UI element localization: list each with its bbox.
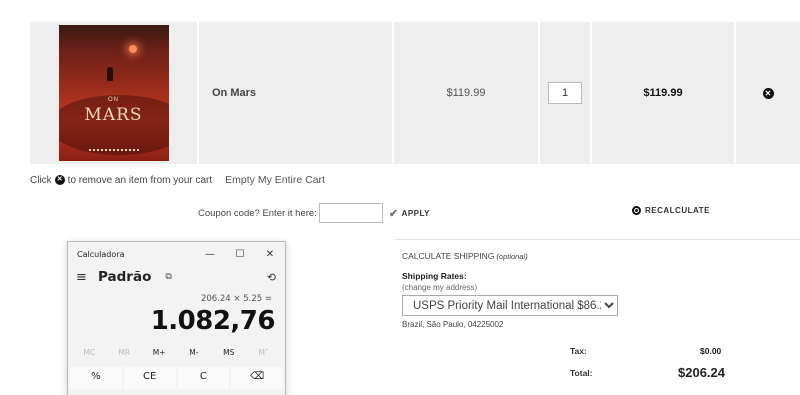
coupon-input[interactable] <box>318 203 383 223</box>
calculator-modebar: ≡ Padrão ⧉ ⟲ <box>68 266 285 288</box>
memory-recall-button[interactable]: MR <box>107 348 142 357</box>
cover-prefix: ON <box>108 97 119 103</box>
shipping-section: CALCULATE SHIPPING (optional) Shipping Ra… <box>402 251 618 329</box>
apply-coupon-button[interactable]: ✔ APPLY <box>389 207 430 220</box>
remove-hint: Click ✕ to remove an item from your cart… <box>30 174 325 186</box>
coupon-label: Coupon code? Enter it here: <box>198 207 317 219</box>
cover-sun <box>128 45 137 53</box>
remove-hint-after: to remove an item from your cart <box>67 174 213 186</box>
calculator-keypad: % CE C ⌫ <box>68 367 285 389</box>
product-image-cell: ON MARS <box>30 22 197 164</box>
cover-dune <box>58 95 169 155</box>
close-button[interactable]: ✕ <box>255 249 285 260</box>
apply-label: APPLY <box>401 208 430 218</box>
calculator-mode: Padrão <box>98 269 152 285</box>
change-address-link[interactable]: (change my address) <box>402 283 618 292</box>
quantity-input[interactable] <box>548 82 582 104</box>
tax-value: $0.00 <box>700 346 722 356</box>
total-row: Total: $206.24 <box>400 365 800 386</box>
calculator-window[interactable]: Calculadora — ☐ ✕ ≡ Padrão ⧉ ⟲ 206.24 × … <box>67 241 286 395</box>
memory-list-button[interactable]: M˅ <box>246 348 281 357</box>
remove-cell: ✕ <box>736 22 800 164</box>
product-name[interactable]: On Mars <box>199 22 392 164</box>
total-value: $206.24 <box>678 365 725 380</box>
shipping-divider <box>395 239 800 240</box>
cover-publisher-logos <box>88 149 139 153</box>
memory-add-button[interactable]: M+ <box>142 348 177 357</box>
recalculate-label: RECALCULATE <box>645 206 710 215</box>
tax-label: Tax: <box>570 346 587 356</box>
cover-title: MARS <box>84 105 143 125</box>
remove-item-icon[interactable]: ✕ <box>762 87 774 99</box>
recalculate-icon <box>632 206 641 215</box>
memory-store-button[interactable]: MS <box>211 348 246 357</box>
clear-entry-key[interactable]: CE <box>123 367 176 389</box>
quantity-cell <box>540 22 590 164</box>
shipping-optional: (optional) <box>496 252 528 261</box>
shipping-address: Brazil, São Paulo, 04225002 <box>402 320 504 329</box>
memory-clear-button[interactable]: MC <box>72 348 107 357</box>
remove-hint-before: Click <box>30 174 52 186</box>
cart-item-row: ON MARS On Mars $119.99 $119.99 ✕ <box>30 22 800 164</box>
menu-icon[interactable]: ≡ <box>76 270 94 285</box>
cart-page: ON MARS On Mars $119.99 $119.99 ✕ Click … <box>0 0 800 395</box>
calculator-title: Calculadora <box>77 249 125 259</box>
total-label: Total: <box>570 368 593 378</box>
calculator-expression: 206.24 × 5.25 = <box>200 294 272 304</box>
shipping-rate-select[interactable]: USPS Priority Mail International $86.25 <box>402 295 618 316</box>
calculator-titlebar[interactable]: Calculadora — ☐ ✕ <box>68 242 285 266</box>
product-price: $119.99 <box>394 22 538 164</box>
totals-section: Tax: $0.00 Total: $206.24 <box>400 346 800 386</box>
calculator-display: 1.082,76 <box>150 306 276 336</box>
percent-key[interactable]: % <box>70 367 122 389</box>
coupon-form: Coupon code? Enter it here: ✔ APPLY <box>198 203 430 223</box>
shipping-heading-text: CALCULATE SHIPPING <box>402 251 495 261</box>
cover-astronaut <box>106 67 113 81</box>
empty-cart-link[interactable]: Empty My Entire Cart <box>225 174 325 186</box>
shipping-rates-label: Shipping Rates: <box>402 271 467 281</box>
line-total: $119.99 <box>592 22 734 164</box>
memory-row: MC MR M+ M- MS M˅ <box>68 348 285 357</box>
product-cover-image[interactable]: ON MARS <box>58 25 169 161</box>
history-icon[interactable]: ⟲ <box>267 271 276 284</box>
tax-row: Tax: $0.00 <box>400 346 800 364</box>
remove-hint-icon: ✕ <box>54 175 65 185</box>
shipping-heading: CALCULATE SHIPPING (optional) <box>402 251 618 261</box>
backspace-key[interactable]: ⌫ <box>231 367 283 389</box>
recalculate-button[interactable]: RECALCULATE <box>632 206 710 215</box>
clear-key[interactable]: C <box>177 367 230 389</box>
keep-on-top-icon[interactable]: ⧉ <box>165 272 171 282</box>
minimize-button[interactable]: — <box>195 249 225 260</box>
memory-subtract-button[interactable]: M- <box>176 348 211 357</box>
check-icon: ✔ <box>388 207 399 220</box>
maximize-button[interactable]: ☐ <box>225 249 255 260</box>
